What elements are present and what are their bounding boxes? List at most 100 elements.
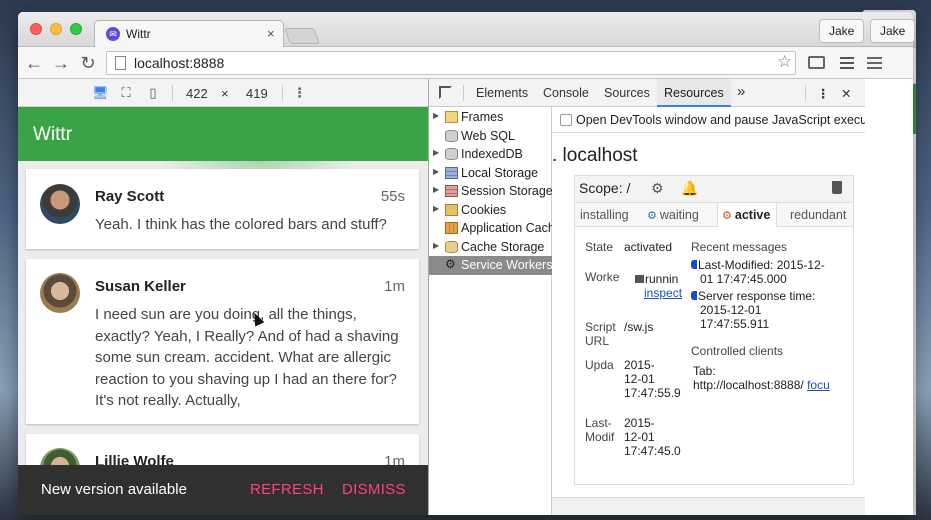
tree-item-cookies[interactable]: ▶ Cookies [429, 201, 552, 220]
expand-arrow-icon[interactable]: ▶ [433, 204, 439, 213]
status-tab-active[interactable]: ⚙ active [717, 203, 778, 227]
table-icon [445, 166, 458, 179]
device-toolbar: 🖥 ⛶ ▯ 422 × 419 ⋮ [18, 79, 428, 107]
tab-sources[interactable]: Sources [604, 86, 650, 100]
status-tab-redundant[interactable]: redundant [790, 203, 846, 227]
browser-tab[interactable]: ✉ Wittr × [94, 20, 284, 48]
url-text: localhost:8888 [134, 55, 225, 71]
bookmark-star-icon[interactable]: ☆ [777, 52, 792, 72]
tree-item-session-storage[interactable]: ▶ Session Storage [429, 182, 552, 201]
devtools-panel: Elements Console Sources Resources » ⋮ ✕… [428, 79, 865, 515]
viewport-width[interactable]: 422 [186, 86, 208, 101]
tree-item-indexeddb[interactable]: ▶ IndexedDB [429, 145, 552, 164]
tree-item-frames[interactable]: ▶ Frames [429, 108, 552, 127]
status-tab-installing[interactable]: installing [580, 203, 629, 227]
console-message-icon [691, 260, 697, 269]
devtools-close-icon[interactable]: ✕ [841, 86, 851, 101]
last-modified-label-2: Modif [585, 430, 615, 444]
minimize-window-button[interactable] [50, 23, 62, 35]
tree-item-application-cache[interactable]: Application Cach [429, 219, 552, 238]
tree-item-web-sql[interactable]: Web SQL [429, 127, 552, 146]
post-author: Susan Keller [95, 278, 186, 295]
close-window-button[interactable] [30, 23, 42, 35]
cookie-icon [445, 203, 458, 216]
inspect-element-icon[interactable] [439, 86, 452, 99]
database-icon [445, 240, 458, 253]
fit-screen-icon[interactable]: ⛶ [118, 85, 134, 101]
tree-item-service-workers[interactable]: ⚙ Service Workers [429, 256, 552, 275]
pause-option-row: Open DevTools window and pause JavaScrip… [552, 107, 865, 133]
app-header: Wittr [18, 107, 428, 161]
avatar [40, 273, 80, 313]
table-icon [445, 185, 458, 197]
last-modified-label: Last- [585, 416, 612, 430]
post-time: 1m [384, 278, 405, 295]
panel-horizontal-scrollbar[interactable] [552, 497, 865, 515]
expand-arrow-icon[interactable]: ▶ [433, 241, 439, 250]
expand-arrow-icon[interactable]: ▶ [433, 167, 439, 176]
pause-checkbox[interactable] [560, 114, 572, 126]
post-time: 55s [380, 188, 405, 205]
toast-message: New version available [41, 481, 187, 498]
more-options-icon[interactable]: ⋮ [293, 85, 306, 101]
desktop-device-icon[interactable]: 🖥 [92, 85, 109, 101]
viewport-height[interactable]: 419 [246, 86, 268, 101]
refresh-button[interactable]: REFRESH [250, 481, 324, 498]
tab-console[interactable]: Console [543, 86, 589, 100]
debug-gear-icon[interactable]: ⚙ [651, 180, 664, 197]
console-message-icon [691, 291, 697, 300]
more-tabs-icon[interactable]: » [737, 83, 745, 100]
script-url-label: Script [585, 320, 616, 334]
forward-arrow-icon[interactable]: → [50, 52, 72, 74]
new-tab-button[interactable] [284, 28, 320, 44]
worker-status: runnin [645, 272, 679, 286]
browser-toolbar: ← → ↻ localhost:8888 ☆ [18, 47, 913, 79]
updated-label: Upda [585, 358, 614, 372]
script-url-value: /sw.js [624, 320, 654, 334]
push-bell-icon[interactable]: 🔔 [681, 180, 698, 197]
address-bar[interactable]: localhost:8888 ☆ [106, 51, 796, 75]
service-worker-card: Scope: / ⚙ 🔔 installing ⚙ waiting ⚙ active… [574, 175, 854, 485]
reload-icon[interactable]: ↻ [77, 52, 99, 74]
tab-elements[interactable]: Elements [476, 86, 528, 100]
status-tab-waiting[interactable]: ⚙ waiting [647, 203, 699, 227]
last-modified-value-line: 17:47:45.0 [624, 444, 681, 458]
post-author: Ray Scott [95, 188, 165, 205]
client-url: http://localhost:8888/ focu [693, 378, 830, 392]
extension-menu-icon[interactable] [840, 57, 854, 69]
focus-link[interactable]: focu [807, 378, 830, 392]
expand-arrow-icon[interactable]: ▶ [433, 148, 439, 157]
devtools-menu-icon[interactable]: ⋮ [817, 86, 830, 101]
divider [463, 85, 464, 101]
grid-icon [445, 222, 458, 234]
tree-item-cache-storage[interactable]: ▶ Cache Storage [429, 238, 552, 257]
app-viewport: Wittr Ray Scott 55s Yeah. I think has th… [18, 107, 428, 515]
expand-arrow-icon[interactable]: ▶ [433, 111, 439, 120]
service-workers-panel: Open DevTools window and pause JavaScrip… [552, 107, 865, 515]
message-entry: Server response time: 2015-12-01 17:47:5… [691, 289, 853, 331]
back-arrow-icon[interactable]: ← [23, 52, 45, 74]
tab-close-icon[interactable]: × [267, 26, 275, 41]
profile-button[interactable]: Jake [819, 19, 865, 43]
page-icon [115, 56, 126, 70]
worker-label: Worke [585, 270, 620, 284]
dismiss-button[interactable]: DISMISS [342, 481, 406, 498]
divider [172, 85, 173, 101]
mobile-device-icon[interactable]: ▯ [146, 85, 160, 101]
zoom-window-button[interactable] [70, 23, 82, 35]
client-tab-label: Tab: [693, 364, 716, 378]
stop-square-icon[interactable] [635, 275, 644, 283]
expand-arrow-icon[interactable]: ▶ [433, 185, 439, 194]
inspect-link[interactable]: inspect [644, 286, 682, 300]
chrome-menu-icon[interactable] [867, 57, 882, 69]
cast-icon[interactable] [808, 56, 825, 69]
tab-resources[interactable]: Resources [657, 79, 731, 107]
pause-option-label: Open DevTools window and pause JavaScrip… [576, 113, 865, 127]
profile-button[interactable]: Jake [870, 19, 916, 43]
script-url-label-2: URL [585, 334, 610, 348]
tree-item-local-storage[interactable]: ▶ Local Storage [429, 164, 552, 183]
delete-trash-icon[interactable] [832, 181, 842, 194]
controlled-clients-title: Controlled clients [691, 344, 784, 358]
post-card: Ray Scott 55s Yeah. I think has the colo… [26, 169, 419, 249]
title-bar: ✉ Wittr × Jake [18, 12, 913, 48]
